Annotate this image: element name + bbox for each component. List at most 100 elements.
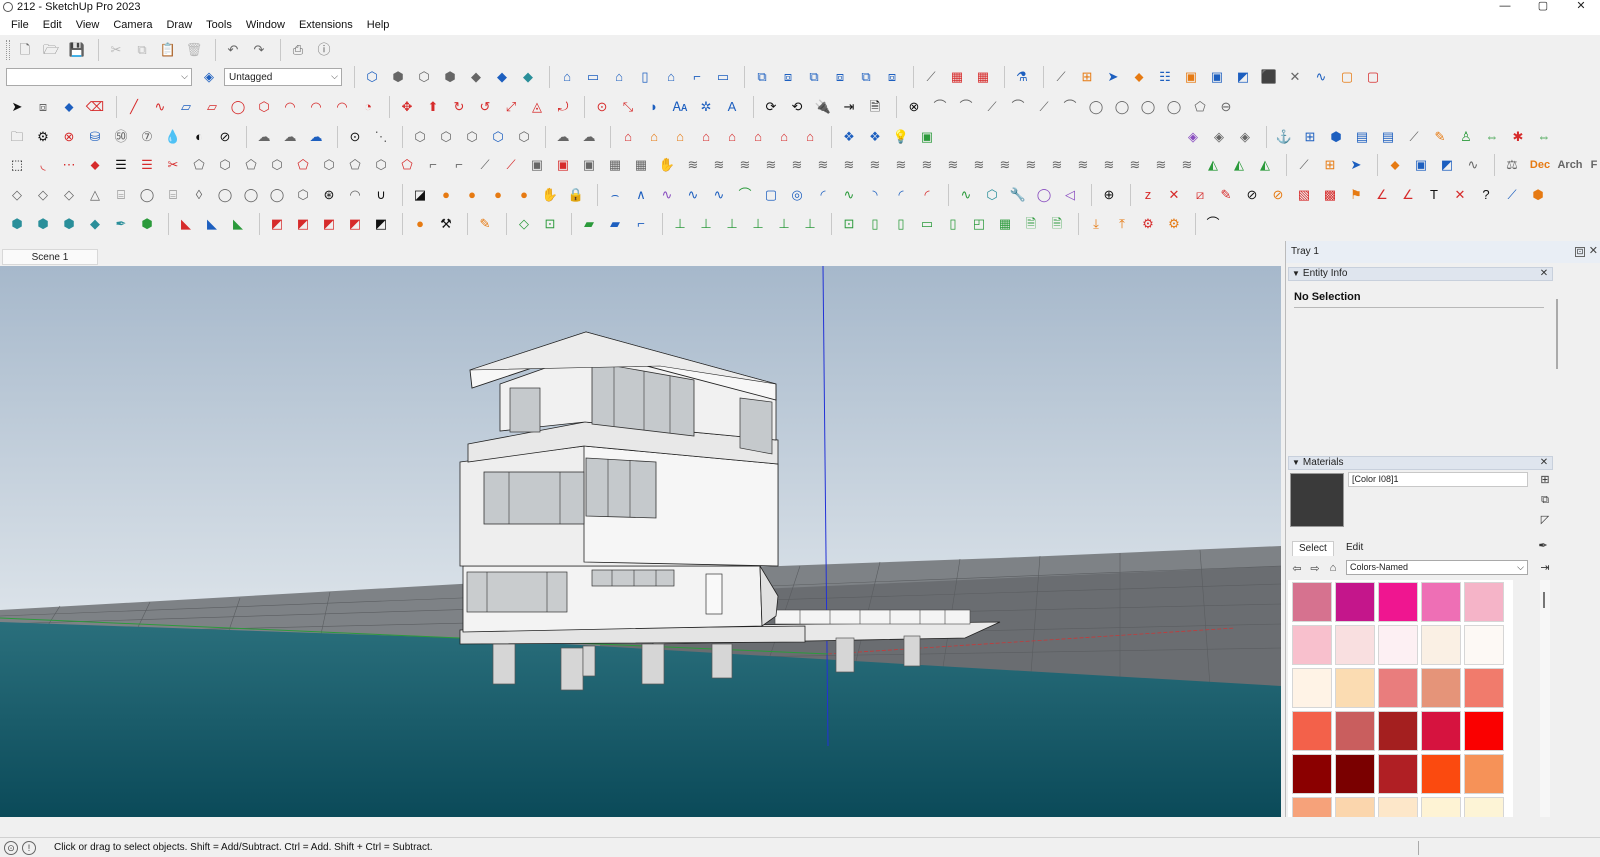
spline-f-icon[interactable]: ∿ (955, 184, 977, 206)
materials-header[interactable]: ▼ Materials ✕ (1288, 456, 1553, 470)
model-viewport[interactable] (0, 266, 1281, 817)
cloud-upload-icon[interactable]: ☁ (305, 126, 327, 148)
cut-d-icon[interactable]: ◩ (344, 213, 366, 235)
image-icon[interactable]: ◪ (409, 184, 431, 206)
top-view-icon[interactable]: ▭ (582, 66, 604, 88)
wedge-c-icon[interactable]: ◣ (227, 213, 249, 235)
wand-icon[interactable]: ⟋ (1293, 154, 1315, 176)
create-material-icon[interactable]: ⧉ (1538, 493, 1552, 507)
profile-icon[interactable]: ◩ (1232, 66, 1254, 88)
sandbox-from-contours-icon[interactable]: ⟋ (920, 66, 942, 88)
cursor-b-icon[interactable]: ➤ (1345, 154, 1367, 176)
stair-a-icon[interactable]: ⌂ (643, 126, 665, 148)
shape-c-icon[interactable]: ⬠ (240, 154, 262, 176)
box-b-icon[interactable]: ▣ (552, 154, 574, 176)
delete-tool-icon[interactable]: ⊗ (903, 96, 925, 118)
wave-n-icon[interactable]: ≋ (1020, 154, 1042, 176)
maximize-button[interactable]: ▢ (1524, 0, 1562, 14)
pipe-icon[interactable]: ⟋ (1050, 66, 1072, 88)
pin-icon[interactable]: ⊡ (1575, 247, 1585, 257)
point-icon[interactable]: ⊙ (344, 126, 366, 148)
text-icon[interactable]: 🗛 (669, 96, 691, 118)
slab-icon[interactable]: ▰ (578, 213, 600, 235)
default-material-icon[interactable]: ◸ (1538, 513, 1552, 527)
shaded-textures-icon[interactable]: ◆ (491, 66, 513, 88)
material-swatch[interactable] (1421, 625, 1461, 665)
material-swatch[interactable] (1421, 668, 1461, 708)
ball-d-icon[interactable]: ● (513, 184, 535, 206)
color-by-tag-icon[interactable]: ◈ (198, 66, 220, 88)
box-icon[interactable]: ▣ (1180, 66, 1202, 88)
menu-extensions[interactable]: Extensions (292, 14, 360, 36)
material-swatch[interactable] (1292, 668, 1332, 708)
outer-shell-icon[interactable]: ⧉ (751, 66, 773, 88)
line-a-icon[interactable]: ⟋ (474, 154, 496, 176)
arc-c-icon[interactable]: ◜ (812, 184, 834, 206)
close-window-button[interactable]: ✕ (1562, 0, 1600, 14)
back-edges-icon[interactable]: ⬢ (387, 66, 409, 88)
no-entry-icon[interactable]: ⊘ (1241, 184, 1263, 206)
pie-icon[interactable]: ◔ (357, 96, 379, 118)
gradient-icon[interactable]: ⬛ (1258, 66, 1280, 88)
solid-2-icon[interactable]: ⬡ (435, 126, 457, 148)
drop-2-icon[interactable]: ◊ (188, 184, 210, 206)
close-tray-icon[interactable]: ✕ (1589, 246, 1598, 257)
wave-e-icon[interactable]: ≋ (786, 154, 808, 176)
circle-a-icon[interactable]: ◯ (1085, 96, 1107, 118)
select-region-icon[interactable]: ⬚ (6, 154, 28, 176)
badge-75-icon[interactable]: ⑦ (136, 126, 158, 148)
ellipse-b-icon[interactable]: ◯ (1033, 184, 1055, 206)
details-arrow-icon[interactable]: ⇥ (1538, 561, 1552, 575)
spline-a-icon[interactable]: ∿ (656, 184, 678, 206)
arch-button[interactable]: Arch (1557, 154, 1583, 176)
material-swatch[interactable] (1421, 711, 1461, 751)
layer-dropdown[interactable]: ⌵ (6, 68, 192, 86)
shape-e-icon[interactable]: ⬠ (292, 154, 314, 176)
copy-icon[interactable]: ⧉ (131, 39, 153, 61)
wave-f-icon[interactable]: ≋ (812, 154, 834, 176)
stack-icon[interactable]: ☰ (110, 154, 132, 176)
door-icon[interactable]: ⊡ (539, 213, 561, 235)
ellipse-icon[interactable]: ⊖ (1215, 96, 1237, 118)
wall-c-icon[interactable]: ▯ (890, 213, 912, 235)
menu-view[interactable]: View (69, 14, 107, 36)
fence-icon[interactable]: ☷ (1154, 66, 1176, 88)
wave-i-icon[interactable]: ≋ (890, 154, 912, 176)
select-arrow-icon[interactable]: ➤ (6, 96, 28, 118)
material-swatch[interactable] (1464, 711, 1504, 751)
torus-b-icon[interactable]: ◯ (240, 184, 262, 206)
shape-d-icon[interactable]: ⬡ (266, 154, 288, 176)
spline-c-icon[interactable]: ∿ (708, 184, 730, 206)
paint-bucket-icon[interactable]: ⬥ (58, 96, 80, 118)
stair-c2-icon[interactable]: ⊥ (721, 213, 743, 235)
scale-balance-icon[interactable]: ⚖ (1501, 154, 1523, 176)
menu-edit[interactable]: Edit (36, 14, 69, 36)
stair-f2-icon[interactable]: ⊥ (799, 213, 821, 235)
badge-50-icon[interactable]: ㊿ (110, 126, 132, 148)
circle-d-icon[interactable]: ◯ (1163, 96, 1185, 118)
ball-b-icon[interactable]: ● (461, 184, 483, 206)
arc-e-icon[interactable]: ◜ (890, 184, 912, 206)
new-file-icon[interactable]: 🗋 (14, 39, 36, 61)
split-icon[interactable]: ⧈ (881, 66, 903, 88)
layers-icon[interactable]: ⛁ (84, 126, 106, 148)
material-swatch[interactable] (1421, 582, 1461, 622)
scene-tab[interactable]: Scene 1 (2, 249, 98, 265)
cut-c-icon[interactable]: ◩ (318, 213, 340, 235)
arc-icon[interactable]: ◠ (279, 96, 301, 118)
curve-tool-icon[interactable]: ∿ (1310, 66, 1332, 88)
undo-icon[interactable]: ↶ (222, 39, 244, 61)
move-icon[interactable]: ✥ (396, 96, 418, 118)
arc-black-icon[interactable]: ⌒ (1202, 213, 1224, 235)
material-swatch[interactable] (1378, 754, 1418, 794)
material-swatch[interactable] (1292, 797, 1332, 817)
wave-a-icon[interactable]: ≋ (682, 154, 704, 176)
solid-5-icon[interactable]: ⬡ (513, 126, 535, 148)
cut-icon[interactable]: ✂ (105, 39, 127, 61)
window-a-icon[interactable]: ▭ (916, 213, 938, 235)
window-c-icon[interactable]: ◰ (968, 213, 990, 235)
sandbox-smoove-icon[interactable]: ▦ (972, 66, 994, 88)
wave-q-icon[interactable]: ≋ (1098, 154, 1120, 176)
reload-icon[interactable]: ⟲ (786, 96, 808, 118)
lock-icon[interactable]: 🔒 (565, 184, 587, 206)
